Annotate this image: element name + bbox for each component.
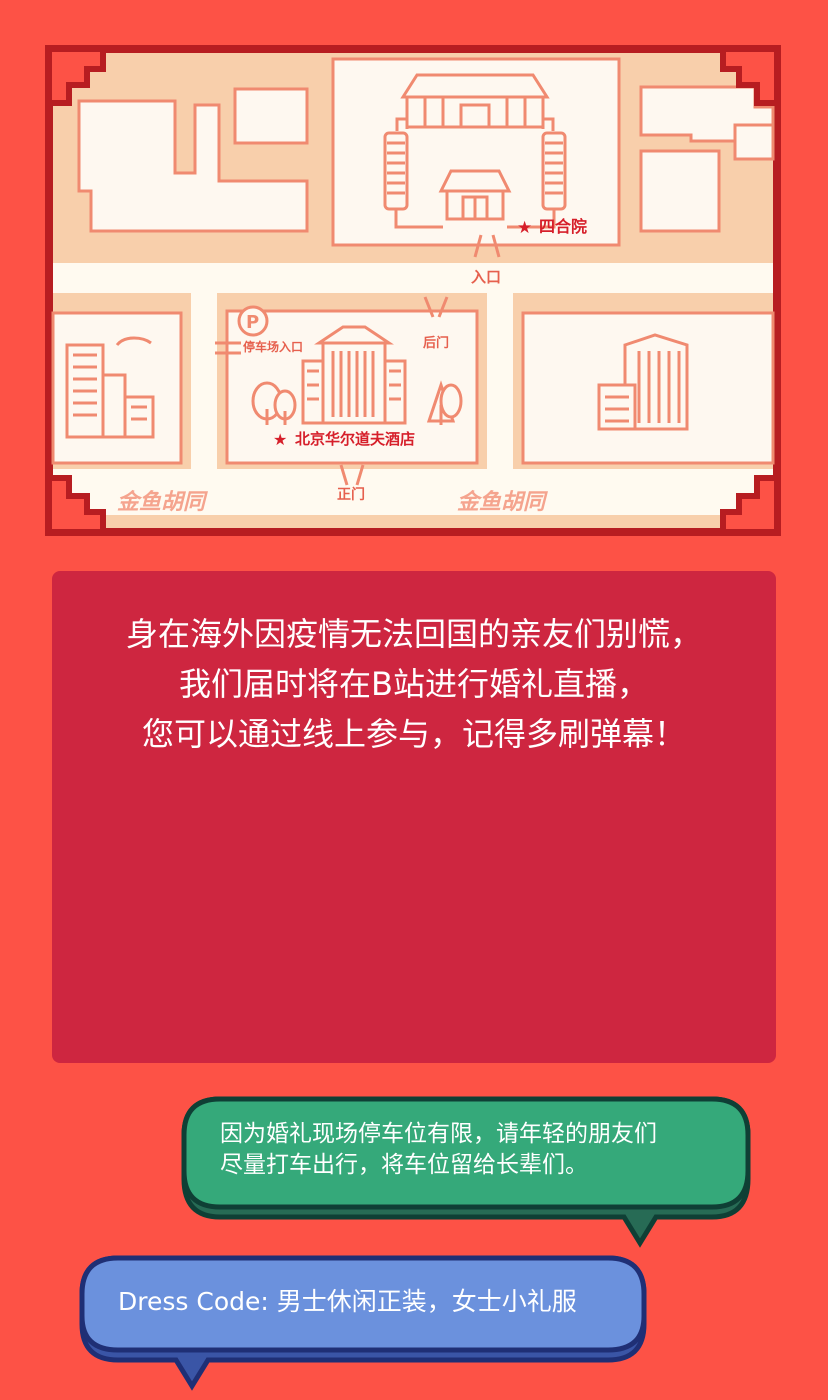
live-stream-line-3: 您可以通过线上参与，记得多刷弹幕！	[141, 715, 686, 753]
courtyard-entrance-label: 入口	[471, 268, 501, 286]
parking-notice-text: 因为婚礼现场停车位有限，请年轻的朋友们 尽量打车出行，将车位留给长辈们。	[220, 1119, 657, 1181]
venue-map: ★ 四合院 入口 P 停车场入口 后门 ★ 北京华尔道夫酒店 正门 金鱼胡同 金…	[45, 45, 781, 536]
side-road-right	[487, 293, 513, 489]
live-stream-message: 身在海外因疫情无法回国的亲友们别慌， 我们届时将在B站进行婚礼直播， 您可以通过…	[52, 609, 776, 759]
parking-sign: P	[246, 312, 259, 333]
parking-notice-line-2: 尽量打车出行，将车位留给长辈们。	[220, 1152, 588, 1178]
bottom-left-block	[51, 293, 191, 469]
dress-code-bubble: Dress Code: 男士休闲正装，女士小礼服	[78, 1252, 650, 1392]
dress-code-text: Dress Code: 男士休闲正装，女士小礼服	[118, 1287, 577, 1316]
street-name-left: 金鱼胡同	[117, 489, 208, 515]
bottom-right-block	[513, 293, 775, 469]
live-stream-line-1: 身在海外因疫情无法回国的亲友们别慌，	[125, 615, 702, 653]
courtyard-block: ★ 四合院	[331, 57, 621, 258]
side-road-left	[191, 293, 217, 489]
parking-notice-line-1: 因为婚礼现场停车位有限，请年轻的朋友们	[220, 1121, 657, 1147]
courtyard-main-hall	[400, 73, 550, 129]
main-gate-label: 正门	[337, 486, 365, 503]
parking-entrance-label: 停车场入口	[243, 339, 303, 354]
courtyard-label: 四合院	[539, 217, 587, 236]
star-icon: ★	[273, 430, 287, 449]
main-road	[53, 263, 773, 293]
hotel-block: P 停车场入口 后门 ★ 北京华尔道夫酒店	[215, 293, 487, 469]
live-stream-line-2: 我们届时将在B站进行婚礼直播，	[179, 665, 649, 703]
hotel-label: 北京华尔道夫酒店	[295, 430, 415, 448]
live-stream-panel: 身在海外因疫情无法回国的亲友们别慌， 我们届时将在B站进行婚礼直播， 您可以通过…	[52, 571, 776, 1063]
parking-notice-bubble: 因为婚礼现场停车位有限，请年轻的朋友们 尽量打车出行，将车位留给长辈们。	[180, 1093, 752, 1253]
street-name-right: 金鱼胡同	[457, 489, 548, 515]
speech-bubble-shape	[79, 1255, 647, 1391]
star-icon: ★	[517, 218, 532, 238]
courtyard-gate-house	[438, 169, 512, 221]
back-gate-label: 后门	[423, 335, 449, 351]
